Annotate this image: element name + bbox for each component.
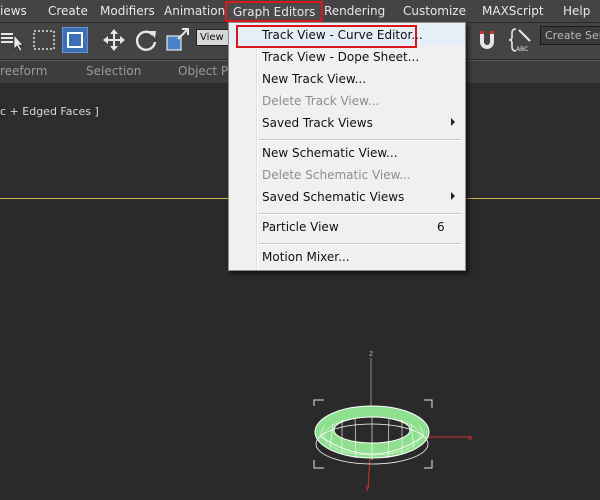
axis-y-label: y [365, 483, 370, 492]
menu-item-delete-schematic-view: Delete Schematic View... [229, 165, 465, 186]
scale-icon[interactable] [166, 27, 192, 53]
menu-modifiers[interactable]: Modifiers [100, 0, 155, 22]
window-crossing-icon[interactable] [62, 27, 88, 53]
axis-x-label: x [468, 433, 473, 442]
menu-item-delete-track-view: Delete Track View... [229, 91, 465, 112]
menu-create[interactable]: Create [48, 0, 88, 22]
axis-z-label: z [369, 349, 373, 358]
edit-named-selection-icon[interactable]: ABC [508, 27, 534, 53]
viewport-shading-label[interactable]: c + Edged Faces ] [0, 105, 99, 118]
torus-mesh [314, 405, 430, 465]
submenu-arrow-icon [451, 192, 455, 200]
rotate-icon[interactable] [133, 27, 159, 53]
menu-item-track-view-dope-sheet[interactable]: Track View - Dope Sheet... [229, 47, 465, 68]
snap-magnet-icon[interactable] [474, 27, 500, 53]
rectangular-selection-icon[interactable] [31, 27, 57, 53]
menu-item-label: Motion Mixer... [262, 250, 350, 264]
menu-item-label: New Schematic View... [262, 146, 398, 160]
menu-help[interactable]: Help [563, 0, 590, 22]
menu-views[interactable]: iews [0, 0, 27, 22]
submenu-arrow-icon [451, 118, 455, 126]
menu-item-label: New Track View... [262, 72, 367, 86]
torus-object[interactable]: z x y [300, 340, 500, 500]
move-icon[interactable] [101, 27, 127, 53]
menu-graph-editors[interactable]: Graph Editors [225, 1, 324, 22]
menu-item-saved-schematic-views[interactable]: Saved Schematic Views [229, 187, 465, 208]
menu-item-motion-mixer[interactable]: Motion Mixer... [229, 247, 465, 268]
menu-item-label: Track View - Dope Sheet... [262, 50, 420, 64]
menu-customize[interactable]: Customize [403, 0, 466, 22]
tab-object-paint[interactable]: Object Pa [178, 64, 235, 78]
graph-editors-menu: Track View - Curve Editor... Track View … [228, 22, 466, 271]
menu-separator [259, 243, 461, 245]
tab-freeform[interactable]: reeform [0, 64, 47, 78]
shortcut-key: 6 [437, 220, 445, 234]
menu-maxscript[interactable]: MAXScript [482, 0, 544, 22]
menu-item-new-schematic-view[interactable]: New Schematic View... [229, 143, 465, 164]
tab-selection[interactable]: Selection [86, 64, 141, 78]
menu-rendering[interactable]: Rendering [324, 0, 385, 22]
menu-separator [259, 213, 461, 215]
menu-item-label: Track View - Curve Editor... [262, 28, 423, 42]
menu-item-label: Saved Track Views [262, 116, 373, 130]
menu-item-particle-view[interactable]: Particle View 6 [229, 217, 465, 238]
menu-item-label: Delete Track View... [262, 94, 380, 108]
menu-item-label: Particle View [262, 220, 339, 234]
reference-coordinate-dropdown[interactable]: View [196, 29, 231, 46]
menu-animation[interactable]: Animation [164, 0, 225, 22]
named-selection-sets-input[interactable]: Create Sele [540, 26, 600, 45]
menu-separator [259, 139, 461, 141]
menu-item-track-view-curve-editor[interactable]: Track View - Curve Editor... [229, 25, 465, 48]
menu-item-new-track-view[interactable]: New Track View... [229, 69, 465, 90]
svg-text:ABC: ABC [516, 46, 528, 53]
menu-item-label: Saved Schematic Views [262, 190, 405, 204]
menu-item-saved-track-views[interactable]: Saved Track Views [229, 113, 465, 134]
select-by-name-icon[interactable] [0, 27, 26, 53]
menu-item-label: Delete Schematic View... [262, 168, 411, 182]
menu-bar: iews Create Modifiers Animation Graph Ed… [0, 0, 600, 23]
